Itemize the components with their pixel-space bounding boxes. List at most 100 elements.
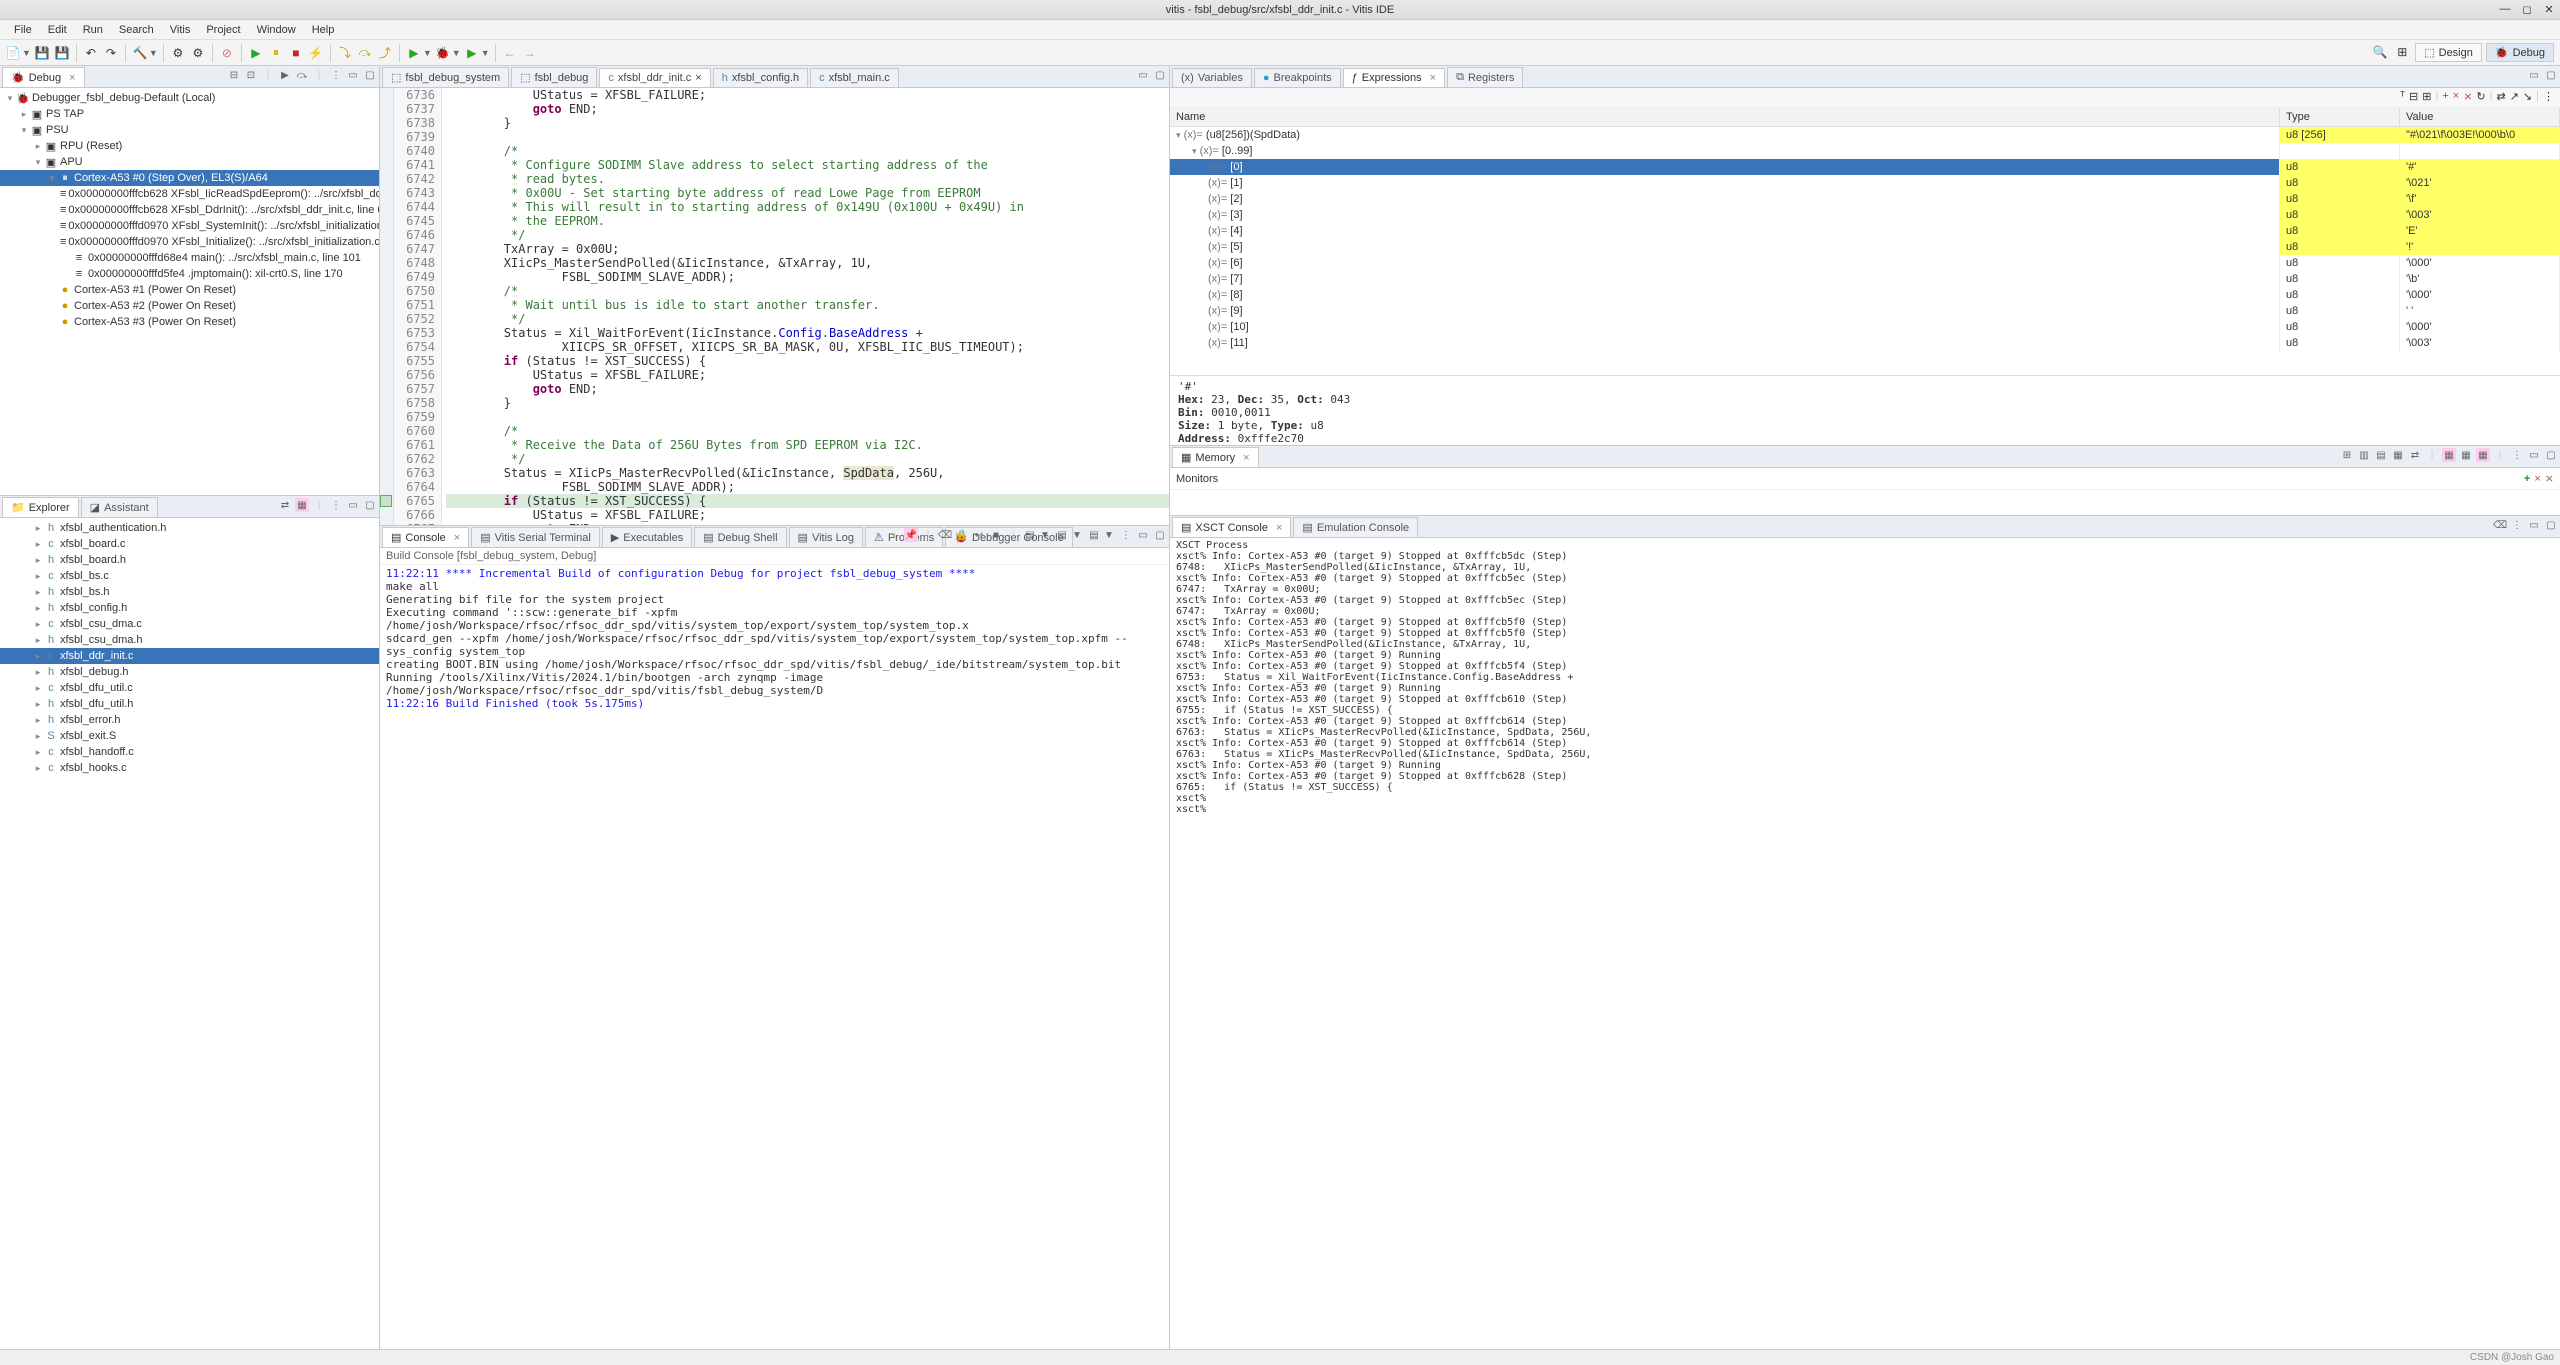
frame-1[interactable]: ≡0x00000000fffcb628 XFsbl_DdrInit(): ../… (0, 202, 379, 218)
expression-row[interactable]: (x)= [7]u8'\b' (1170, 271, 2560, 287)
tab-console[interactable]: ▤Console× (382, 527, 469, 547)
expression-row[interactable]: (x)= [6]u8'\000' (1170, 255, 2560, 271)
ps-tap[interactable]: ▸▣PS TAP (0, 106, 379, 122)
menu-vitis[interactable]: Vitis (162, 22, 199, 38)
code-area[interactable]: UStatus = XFSBL_FAILURE; goto END; } /* … (442, 88, 1169, 525)
expression-row[interactable]: (x)= [2]u8'\f' (1170, 191, 2560, 207)
step-tb-icon[interactable]: ⤼ (295, 68, 309, 82)
tab-vitislog[interactable]: ▤Vitis Log (789, 527, 863, 547)
external-tools-icon[interactable]: ▶ (463, 44, 481, 62)
explorer-file[interactable]: ▸hxfsbl_error.h (0, 712, 379, 728)
etab-3[interactable]: hxfsbl_config.h (713, 68, 808, 87)
menu-file[interactable]: File (6, 22, 40, 38)
resume-icon[interactable]: ▶ (247, 44, 265, 62)
minimize-icon[interactable]: ▭ (346, 498, 360, 512)
expression-row[interactable]: (x)= [4]u8'E' (1170, 223, 2560, 239)
etab-2[interactable]: cxfsbl_ddr_init.c× (599, 68, 710, 87)
expression-row[interactable]: ▾ (x)= (u8[256])(SpdData)u8 [256]"#\021\… (1170, 127, 2560, 143)
new-icon[interactable]: 📄 (4, 44, 22, 62)
wrap-icon[interactable]: ↩ (972, 528, 986, 542)
xsct-output[interactable]: XSCT Processxsct% Info: Cortex-A53 #0 (t… (1170, 538, 2560, 1349)
export-icon[interactable]: ↗ (2510, 90, 2519, 105)
menu-run[interactable]: Run (75, 22, 111, 38)
minimize-icon[interactable]: ▭ (1136, 68, 1150, 82)
explorer-file[interactable]: ▸cxfsbl_dfu_util.c (0, 680, 379, 696)
close-icon[interactable]: × (69, 72, 75, 84)
menu-help[interactable]: Help (304, 22, 343, 38)
removeall-icon[interactable]: ⨯ (2463, 90, 2472, 105)
explorer-file[interactable]: ▸cxfsbl_csu_dma.c (0, 616, 379, 632)
new-icon[interactable]: ▤ (1087, 528, 1101, 542)
explorer-file[interactable]: ▸hxfsbl_dfu_util.h (0, 696, 379, 712)
explorer-file[interactable]: ▸hxfsbl_debug.h (0, 664, 379, 680)
expression-row[interactable]: ▾ (x)= [0..99] (1170, 143, 2560, 159)
etab-0[interactable]: ⬚fsbl_debug_system (382, 67, 509, 87)
close-icon[interactable]: × (1430, 72, 1436, 84)
refresh-icon[interactable]: ↻ (2476, 90, 2485, 105)
add-icon[interactable]: + (2442, 90, 2448, 105)
explorer-file[interactable]: ▸Sxfsbl_exit.S (0, 728, 379, 744)
minimize-icon[interactable]: ▭ (346, 68, 360, 82)
link-icon[interactable]: ⇄ (278, 498, 292, 512)
step-into-icon[interactable]: ⤵ (336, 44, 354, 62)
skip-breakpoints-icon[interactable]: ⊘ (218, 44, 236, 62)
explorer-file[interactable]: ▸hxfsbl_csu_dma.h (0, 632, 379, 648)
frame-5[interactable]: ≡0x00000000fffd5fe4 .jmptomain(): xil-cr… (0, 266, 379, 282)
open-icon[interactable]: ▤ (1055, 528, 1069, 542)
explorer-file[interactable]: ▸cxfsbl_ddr_init.c (0, 648, 379, 664)
type-icon[interactable]: ᵀ (2400, 90, 2405, 105)
col-type[interactable]: Type (2280, 108, 2400, 126)
clear-icon[interactable]: ⌫ (2493, 518, 2507, 532)
tab-expressions[interactable]: ƒExpressions× (1343, 68, 1445, 87)
build-icon[interactable]: 🔨 (131, 44, 149, 62)
frame-4[interactable]: ≡0x00000000fffd68e4 main(): ../src/xfsbl… (0, 250, 379, 266)
filter-icon[interactable]: ▦ (295, 498, 309, 512)
search-toolbar-icon[interactable]: 🔍 (2371, 43, 2389, 61)
nav-icon[interactable]: ⇄ (2496, 90, 2505, 105)
layout-icon[interactable]: ▥ (2357, 448, 2371, 462)
minimize-button[interactable]: — (2498, 3, 2512, 16)
psu[interactable]: ▾▣PSU (0, 122, 379, 138)
code-editor[interactable]: 6736673767386739674067416742674367446745… (380, 88, 1169, 525)
console-output[interactable]: 11:22:11 **** Incremental Build of confi… (380, 565, 1169, 1349)
frame-0[interactable]: ≡0x00000000fffcb628 XFsbl_IicReadSpdEepr… (0, 186, 379, 202)
tab-registers[interactable]: ⧉Registers (1447, 67, 1523, 87)
etab-4[interactable]: cxfsbl_main.c (810, 68, 899, 87)
explorer-tree[interactable]: ▸hxfsbl_authentication.h▸cxfsbl_board.c▸… (0, 518, 379, 1349)
core1[interactable]: ●Cortex-A53 #1 (Power On Reset) (0, 282, 379, 298)
close-icon[interactable]: × (695, 72, 701, 84)
close-icon[interactable]: × (454, 532, 460, 544)
menu-project[interactable]: Project (198, 22, 248, 38)
maximize-icon[interactable]: ▢ (363, 68, 377, 82)
explorer-file[interactable]: ▸hxfsbl_board.h (0, 552, 379, 568)
explorer-file[interactable]: ▸cxfsbl_hooks.c (0, 760, 379, 776)
expression-row[interactable]: (x)= [8]u8'\000' (1170, 287, 2560, 303)
core3[interactable]: ●Cortex-A53 #3 (Power On Reset) (0, 314, 379, 330)
minimize-icon[interactable]: ▭ (2527, 448, 2541, 462)
maximize-icon[interactable]: ▢ (2544, 68, 2558, 82)
tool-icon[interactable]: ⊡ (244, 68, 258, 82)
tool2-icon[interactable]: ⚙ (189, 44, 207, 62)
frame-3[interactable]: ≡0x00000000fffd0970 XFsbl_Initialize(): … (0, 234, 379, 250)
link-icon[interactable]: ⇄ (2408, 448, 2422, 462)
nav-fwd-icon[interactable]: → (521, 44, 539, 62)
add-monitor-icon[interactable]: + (2524, 473, 2530, 485)
menu-edit[interactable]: Edit (40, 22, 75, 38)
toggle1-icon[interactable]: ▦ (2442, 448, 2456, 462)
step-return-icon[interactable]: ⤴ (376, 44, 394, 62)
display-icon[interactable]: ▤ (1023, 528, 1037, 542)
lock-icon[interactable]: 🔒 (955, 528, 969, 542)
frame-2[interactable]: ≡0x00000000fffd0970 XFsbl_SystemInit(): … (0, 218, 379, 234)
expression-row[interactable]: (x)= [1]u8'\021' (1170, 175, 2560, 191)
debug-root[interactable]: ▾🐞Debugger_fsbl_debug-Default (Local) (0, 90, 379, 106)
save-all-icon[interactable]: 💾 (53, 44, 71, 62)
menu-icon[interactable]: ⋮ (1119, 528, 1133, 542)
core0[interactable]: ▾⏸Cortex-A53 #0 (Step Over), EL3(S)/A64 (0, 170, 379, 186)
expression-row[interactable]: (x)= [5]u8'!' (1170, 239, 2560, 255)
run-icon[interactable]: ▶ (405, 44, 423, 62)
minimize-icon[interactable]: ▭ (1136, 528, 1150, 542)
tab-variables[interactable]: (x)Variables (1172, 68, 1252, 87)
clear-icon[interactable]: ⌫ (938, 528, 952, 542)
core2[interactable]: ●Cortex-A53 #2 (Power On Reset) (0, 298, 379, 314)
step-over-icon[interactable]: ⤼ (356, 44, 374, 62)
